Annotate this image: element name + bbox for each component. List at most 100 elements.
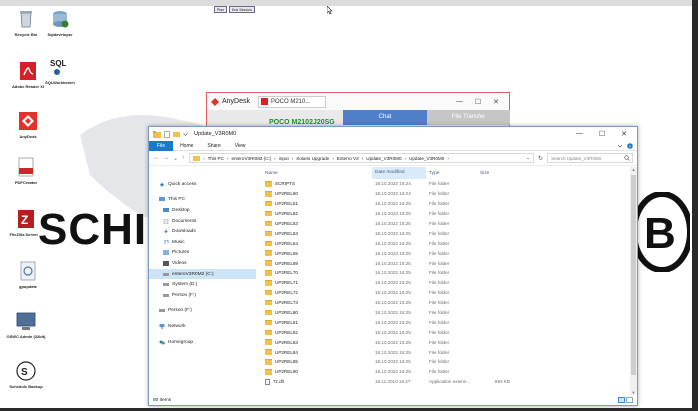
- company-logo-text: SCHI: [38, 205, 148, 254]
- nav-downloads[interactable]: Downloads: [149, 226, 256, 237]
- nav-desktop[interactable]: Desktop: [149, 205, 256, 216]
- properties-icon[interactable]: [164, 130, 170, 138]
- vertical-scrollbar[interactable]: ▲ ▼: [630, 167, 637, 395]
- maximize-button[interactable]: ☐: [475, 98, 481, 106]
- tab-view[interactable]: View: [228, 141, 253, 151]
- minimize-button[interactable]: —: [456, 98, 463, 106]
- column-header-date[interactable]: Date modified: [372, 167, 426, 179]
- column-header-size[interactable]: Size: [477, 171, 513, 176]
- nav-videos[interactable]: Videos: [149, 258, 256, 269]
- refresh-icon[interactable]: ↻: [538, 155, 543, 162]
- new-folder-icon[interactable]: [173, 131, 180, 138]
- desktop-icon-sqldeveloper[interactable]: Sqldeveloper: [40, 8, 80, 37]
- nav-documents[interactable]: Documents: [149, 216, 256, 227]
- file-row[interactable]: UP2REL50 19.10.2022 16:24 File folder: [262, 189, 637, 199]
- file-row[interactable]: UP2REL85 19.10.2022 16:25 File folder: [262, 357, 637, 367]
- nav-drive-d[interactable]: System (D:): [149, 279, 256, 290]
- file-explorer-window[interactable]: Update_V3R0M0 — ☐ ✕ File Home Share View…: [148, 126, 638, 406]
- file-row[interactable]: UP2REL72 19.10.2022 16:25 File folder: [262, 288, 637, 298]
- file-date: 19.10.2022 16:25: [375, 359, 411, 365]
- chevron-down-icon[interactable]: [183, 132, 188, 137]
- nav-drive-f-root[interactable]: Person (F:): [149, 306, 256, 317]
- file-row[interactable]: UP2REL84 19.10.2022 16:25 File folder: [262, 347, 637, 357]
- tab-share[interactable]: Share: [200, 141, 227, 151]
- file-row[interactable]: UP2REL65 19.10.2022 16:25 File folder: [262, 248, 637, 258]
- nav-drive-f[interactable]: Person (F:): [149, 290, 256, 301]
- quick-access-toolbar: [153, 130, 188, 138]
- nav-quick-access[interactable]: Quick access: [149, 179, 256, 190]
- nav-pictures[interactable]: Pictures: [149, 248, 256, 259]
- desktop-icon-admin[interactable]: OSWC Admin (32bit): [6, 310, 46, 339]
- breadcrumb-item[interactable]: input: [279, 156, 289, 161]
- tab-home[interactable]: Home: [173, 141, 200, 151]
- close-button[interactable]: ✕: [621, 130, 627, 138]
- chevron-down-icon[interactable]: [617, 143, 623, 149]
- search-input[interactable]: Search Update_V3R0M0: [547, 153, 633, 163]
- breadcrumb-item[interactable]: Update_V3R0M0: [409, 156, 444, 161]
- file-row[interactable]: UP2REL52 19.10.2022 16:25 File folder: [262, 209, 637, 219]
- file-transfer-tab[interactable]: File Transfer: [427, 110, 510, 125]
- close-button[interactable]: ✕: [493, 98, 499, 106]
- file-row[interactable]: SCRIPTS 19.10.2022 16:24 File folder: [262, 179, 637, 189]
- file-row[interactable]: UP2REL73 19.10.2022 16:25 File folder: [262, 298, 637, 308]
- anydesk-title-bar[interactable]: AnyDesk POCO M210... — ☐ ✕: [207, 93, 509, 110]
- file-row[interactable]: UP2REL80 19.10.2022 16:25 File folder: [262, 308, 637, 318]
- forward-arrow-icon[interactable]: →: [163, 155, 169, 161]
- back-arrow-icon[interactable]: ←: [153, 155, 159, 161]
- file-name-cell: UP2REL72: [262, 289, 372, 296]
- file-row[interactable]: UP2REL82 19.10.2022 16:25 File folder: [262, 327, 637, 337]
- recent-chevron-icon[interactable]: ⌄: [173, 155, 178, 162]
- anydesk-session-tab[interactable]: POCO M210...: [258, 95, 327, 108]
- file-row[interactable]: UP2REL64 19.10.2022 16:25 File folder: [262, 238, 637, 248]
- file-row[interactable]: UP2REL70 19.10.2022 16:25 File folder: [262, 268, 637, 278]
- nav-music[interactable]: Music: [149, 237, 256, 248]
- tab-file[interactable]: File: [149, 140, 174, 151]
- large-icons-view-icon[interactable]: [626, 397, 633, 403]
- file-row[interactable]: UP2REL83 19.10.2022 16:25 File folder: [262, 337, 637, 347]
- file-row[interactable]: UP2REL63 19.10.2022 16:25 File folder: [262, 228, 637, 238]
- details-view-icon[interactable]: [618, 397, 625, 403]
- folder-icon: [265, 359, 272, 365]
- folder-icon: [265, 349, 272, 355]
- breadcrumb-item[interactable]: This PC: [208, 156, 224, 161]
- help-icon[interactable]: [627, 142, 633, 149]
- minimize-button[interactable]: —: [576, 130, 583, 138]
- scrollbar-thumb[interactable]: [631, 175, 636, 375]
- column-header-type[interactable]: Type: [426, 171, 477, 176]
- explorer-title-bar[interactable]: Update_V3R0M0 — ☐ ✕: [149, 127, 637, 141]
- folder-icon: [265, 270, 272, 276]
- file-row[interactable]: 7z.dll 18.11.2010 16:27 Application extens…: [262, 377, 637, 387]
- desktop-icon-gpupdate[interactable]: gpupdate: [8, 260, 48, 289]
- downloads-icon: [164, 229, 168, 234]
- file-row[interactable]: UP2REL51 19.10.2022 16:25 File folder: [262, 199, 637, 209]
- desktop-icon-sql[interactable]: SQL SQLWorkbench: [40, 56, 80, 85]
- file-date: 19.10.2022 16:25: [375, 201, 411, 207]
- file-row[interactable]: UP2REL81 19.10.2022 16:25 File folder: [262, 317, 637, 327]
- file-row[interactable]: UP2REL71 19.10.2022 16:25 File folder: [262, 278, 637, 288]
- breadcrumb-item[interactable]: Solaris Upgrade: [296, 156, 329, 161]
- up-arrow-icon[interactable]: ↑: [182, 155, 185, 161]
- nav-homegroup[interactable]: Homegroup: [149, 337, 256, 348]
- file-row[interactable]: UP2REL53 19.10.2022 16:25 File folder: [262, 219, 637, 229]
- desktop-icon-pdf-creator[interactable]: PDFCreator: [6, 156, 46, 185]
- nav-drive-c[interactable]: enteroV3R0M2 (C:): [149, 268, 256, 280]
- address-path[interactable]: › This PC › enteroV3R0M2 (C:) › input › …: [189, 153, 535, 163]
- maximize-button[interactable]: ☐: [599, 130, 605, 138]
- breadcrumb-item[interactable]: Update_V3R0M0: [366, 156, 401, 161]
- file-name-cell: UP2REL53: [262, 220, 372, 227]
- chat-tab[interactable]: Chat: [343, 110, 427, 125]
- plan-button[interactable]: Plan: [214, 6, 228, 13]
- column-header-name[interactable]: Name: [262, 171, 372, 176]
- breadcrumb-item[interactable]: Enterro V3: [337, 156, 359, 161]
- desktop-icon-anydesk[interactable]: AnyDesk: [8, 110, 48, 139]
- file-name: UP2REL72: [275, 290, 298, 296]
- end-session-button[interactable]: End Session: [229, 6, 255, 13]
- file-row[interactable]: UP2REL90 19.10.2022 16:25 File folder: [262, 367, 637, 377]
- chevron-down-icon[interactable]: ⌄: [526, 155, 533, 161]
- nav-this-pc[interactable]: This PC: [149, 195, 256, 206]
- desktop-icon-schedule[interactable]: S Schedule Backup: [6, 360, 46, 389]
- file-row[interactable]: UP2REL69 19.10.2022 16:25 File folder: [262, 258, 637, 268]
- nav-network[interactable]: Network: [149, 321, 256, 332]
- breadcrumb-item[interactable]: enteroV3R0M2 (C:): [231, 156, 271, 161]
- scroll-up-icon[interactable]: ▲: [630, 167, 637, 172]
